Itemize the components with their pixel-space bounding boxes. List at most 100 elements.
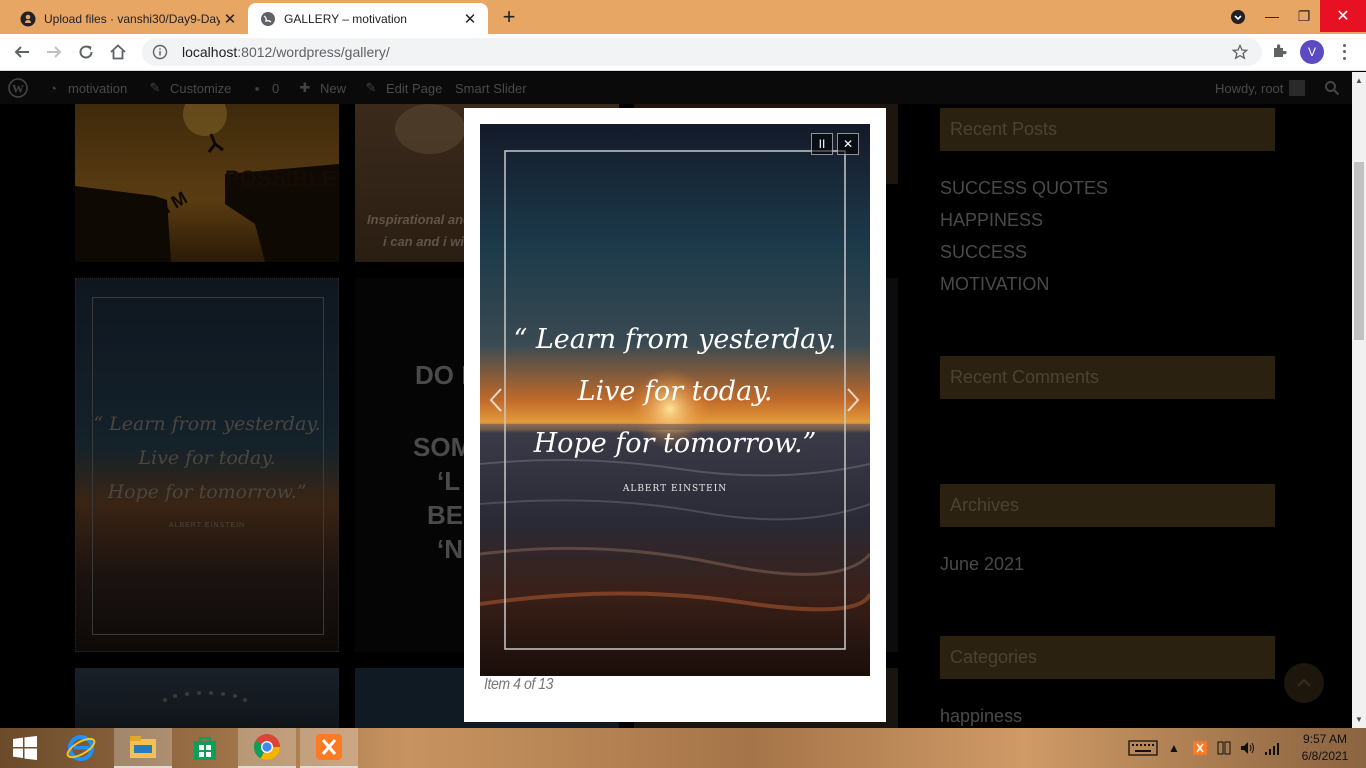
internet-explorer-icon[interactable] [52, 728, 110, 768]
lightbox-counter: Item 4 of 13 [484, 676, 554, 693]
chrome-menu-icon[interactable] [1336, 42, 1352, 62]
howdy-label: Howdy, root [1215, 80, 1284, 96]
lightbox-quote-line1: “ Learn from yesterday. [513, 324, 837, 355]
category-link[interactable]: happiness [940, 706, 1022, 727]
svg-text:W: W [12, 82, 24, 96]
address-bar[interactable]: localhost:8012/wordpress/gallery/ [142, 38, 1262, 66]
thumb-quote-line1: “ Learn from yesterday. [93, 413, 321, 435]
plus-icon: ✚ [299, 80, 311, 95]
lightbox-quote-line2: Live for today. [577, 376, 773, 407]
profile-avatar[interactable]: V [1300, 40, 1324, 64]
windows-start-icon[interactable] [0, 728, 50, 768]
recent-post-link[interactable]: SUCCESS [940, 242, 1027, 263]
widget-title-recent-posts: Recent Posts [940, 108, 1275, 151]
gallery-thumb-possible[interactable]: I M POSSIBLE [75, 104, 339, 262]
network-device-icon[interactable] [1214, 728, 1234, 768]
brush-icon: ✎ [149, 80, 161, 95]
lightbox-dialog: “ Learn from yesterday. Live for today. … [464, 108, 886, 722]
extensions-icon[interactable] [1271, 42, 1289, 60]
home-icon[interactable] [108, 42, 128, 62]
admin-site-name[interactable]: ◔ motivation [44, 72, 127, 104]
user-avatar [1289, 80, 1306, 96]
site-info-icon[interactable] [152, 44, 168, 60]
page-scrollbar[interactable]: ▲ ▼ [1352, 72, 1366, 728]
thumb-author: ALBERT EINSTEIN [168, 522, 246, 529]
site-name-label: motivation [68, 80, 128, 96]
volume-icon[interactable] [1238, 728, 1258, 768]
next-arrow-icon[interactable] [841, 384, 865, 416]
github-icon [20, 11, 36, 27]
previous-arrow-icon[interactable] [484, 384, 508, 416]
admin-smart-slider[interactable]: Smart Slider [455, 72, 527, 104]
admin-edit-page[interactable]: ✎ Edit Page [362, 72, 443, 104]
widget-title-archives: Archives [940, 484, 1275, 527]
pencil-icon: ✎ [365, 80, 377, 95]
slideshow-pause-button[interactable]: II [811, 133, 833, 155]
scroll-to-top-button[interactable] [1284, 663, 1324, 703]
thumb-possible-text: POSSIBLE [225, 166, 337, 191]
new-label: New [320, 80, 347, 96]
tab-title: GALLERY – motivation [284, 11, 407, 26]
reload-icon[interactable] [76, 42, 96, 62]
microsoft-store-icon[interactable] [176, 728, 234, 768]
tab-strip: Upload files · vanshi30/Day9-Day ✕ GALLE… [0, 0, 1366, 34]
window-close-icon[interactable]: ✕ [1320, 0, 1366, 32]
edit-page-label: Edit Page [386, 80, 443, 96]
chrome-taskbar-icon[interactable] [238, 728, 296, 768]
scrollbar-thumb[interactable] [1354, 162, 1364, 340]
bookmark-star-icon[interactable] [1231, 43, 1249, 60]
close-tab-icon[interactable]: ✕ [460, 9, 480, 29]
lightbox-image: “ Learn from yesterday. Live for today. … [480, 124, 870, 676]
recent-post-link[interactable]: SUCCESS QUOTES [940, 178, 1108, 199]
gallery-thumb-einstein[interactable]: “ Learn from yesterday. Live for today. … [75, 278, 339, 652]
clock-date: 6/8/2021 [1301, 749, 1349, 763]
windows-taskbar: ▲ 9:57 AM 6/8/2021 [0, 728, 1366, 768]
url-path: :8012/wordpress/gallery/ [237, 44, 390, 60]
thumb-quote-line2: Live for today. [138, 447, 276, 469]
customize-label: Customize [170, 80, 232, 96]
clock-time: 9:57 AM [1302, 732, 1348, 746]
restore-icon[interactable]: ❐ [1288, 0, 1320, 32]
file-explorer-icon[interactable] [114, 728, 172, 768]
tab-search-icon[interactable] [1230, 9, 1246, 25]
tab-title: Upload files · vanshi30/Day9-Day [44, 11, 220, 26]
smart-slider-label: Smart Slider [455, 80, 527, 96]
forward-icon[interactable] [44, 42, 64, 62]
comment-icon: ▪ [254, 80, 260, 96]
lightbox-quote-line3: Hope for tomorrow.” [533, 428, 817, 459]
wifi-signal-icon[interactable] [1262, 728, 1282, 768]
admin-account[interactable]: Howdy, root [1215, 72, 1306, 104]
scroll-up-icon[interactable]: ▲ [1355, 76, 1363, 85]
close-tab-icon[interactable]: ✕ [220, 9, 240, 29]
wp-admin-bar: W ◔ motivation ✎ Customize ▪ 0 ✚ New ✎ E… [0, 72, 1352, 104]
admin-customize[interactable]: ✎ Customize [146, 72, 232, 104]
poster-line-3: ‘L [437, 466, 461, 496]
touch-keyboard-icon[interactable] [1126, 728, 1160, 768]
recent-post-link[interactable]: HAPPINESS [940, 210, 1043, 231]
recent-post-link[interactable]: MOTIVATION [940, 274, 1049, 295]
tab-gallery[interactable]: GALLERY – motivation ✕ [248, 3, 488, 34]
thumb-caption-line1: Inspirational and [367, 212, 472, 227]
lightbox-close-button[interactable]: ✕ [837, 133, 859, 155]
comments-count: 0 [272, 80, 280, 96]
wordpress-logo-icon[interactable]: W [8, 72, 28, 104]
minimize-icon[interactable]: — [1256, 0, 1288, 32]
new-tab-button[interactable]: + [497, 6, 521, 29]
poster-line-5: ‘N [437, 534, 463, 564]
admin-new[interactable]: ✚ New [296, 72, 346, 104]
archive-link[interactable]: June 2021 [940, 554, 1024, 575]
xampp-tray-icon[interactable] [1190, 728, 1210, 768]
widget-title-categories: Categories [940, 636, 1275, 679]
back-icon[interactable] [12, 42, 32, 62]
admin-comments[interactable]: ▪ 0 [248, 72, 280, 104]
system-clock[interactable]: 9:57 AM 6/8/2021 [1290, 731, 1360, 765]
show-hidden-icons-icon[interactable]: ▲ [1166, 728, 1182, 768]
xampp-icon[interactable] [300, 728, 358, 768]
admin-search-icon[interactable] [1324, 72, 1340, 104]
widget-title-recent-comments: Recent Comments [940, 356, 1275, 399]
scroll-down-icon[interactable]: ▼ [1355, 715, 1363, 724]
tab-github-upload[interactable]: Upload files · vanshi30/Day9-Day ✕ [8, 3, 248, 34]
globe-icon [260, 11, 276, 27]
gallery-thumb-7[interactable] [75, 668, 339, 728]
thumb-quote-line3: Hope for tomorrow.” [107, 481, 307, 503]
